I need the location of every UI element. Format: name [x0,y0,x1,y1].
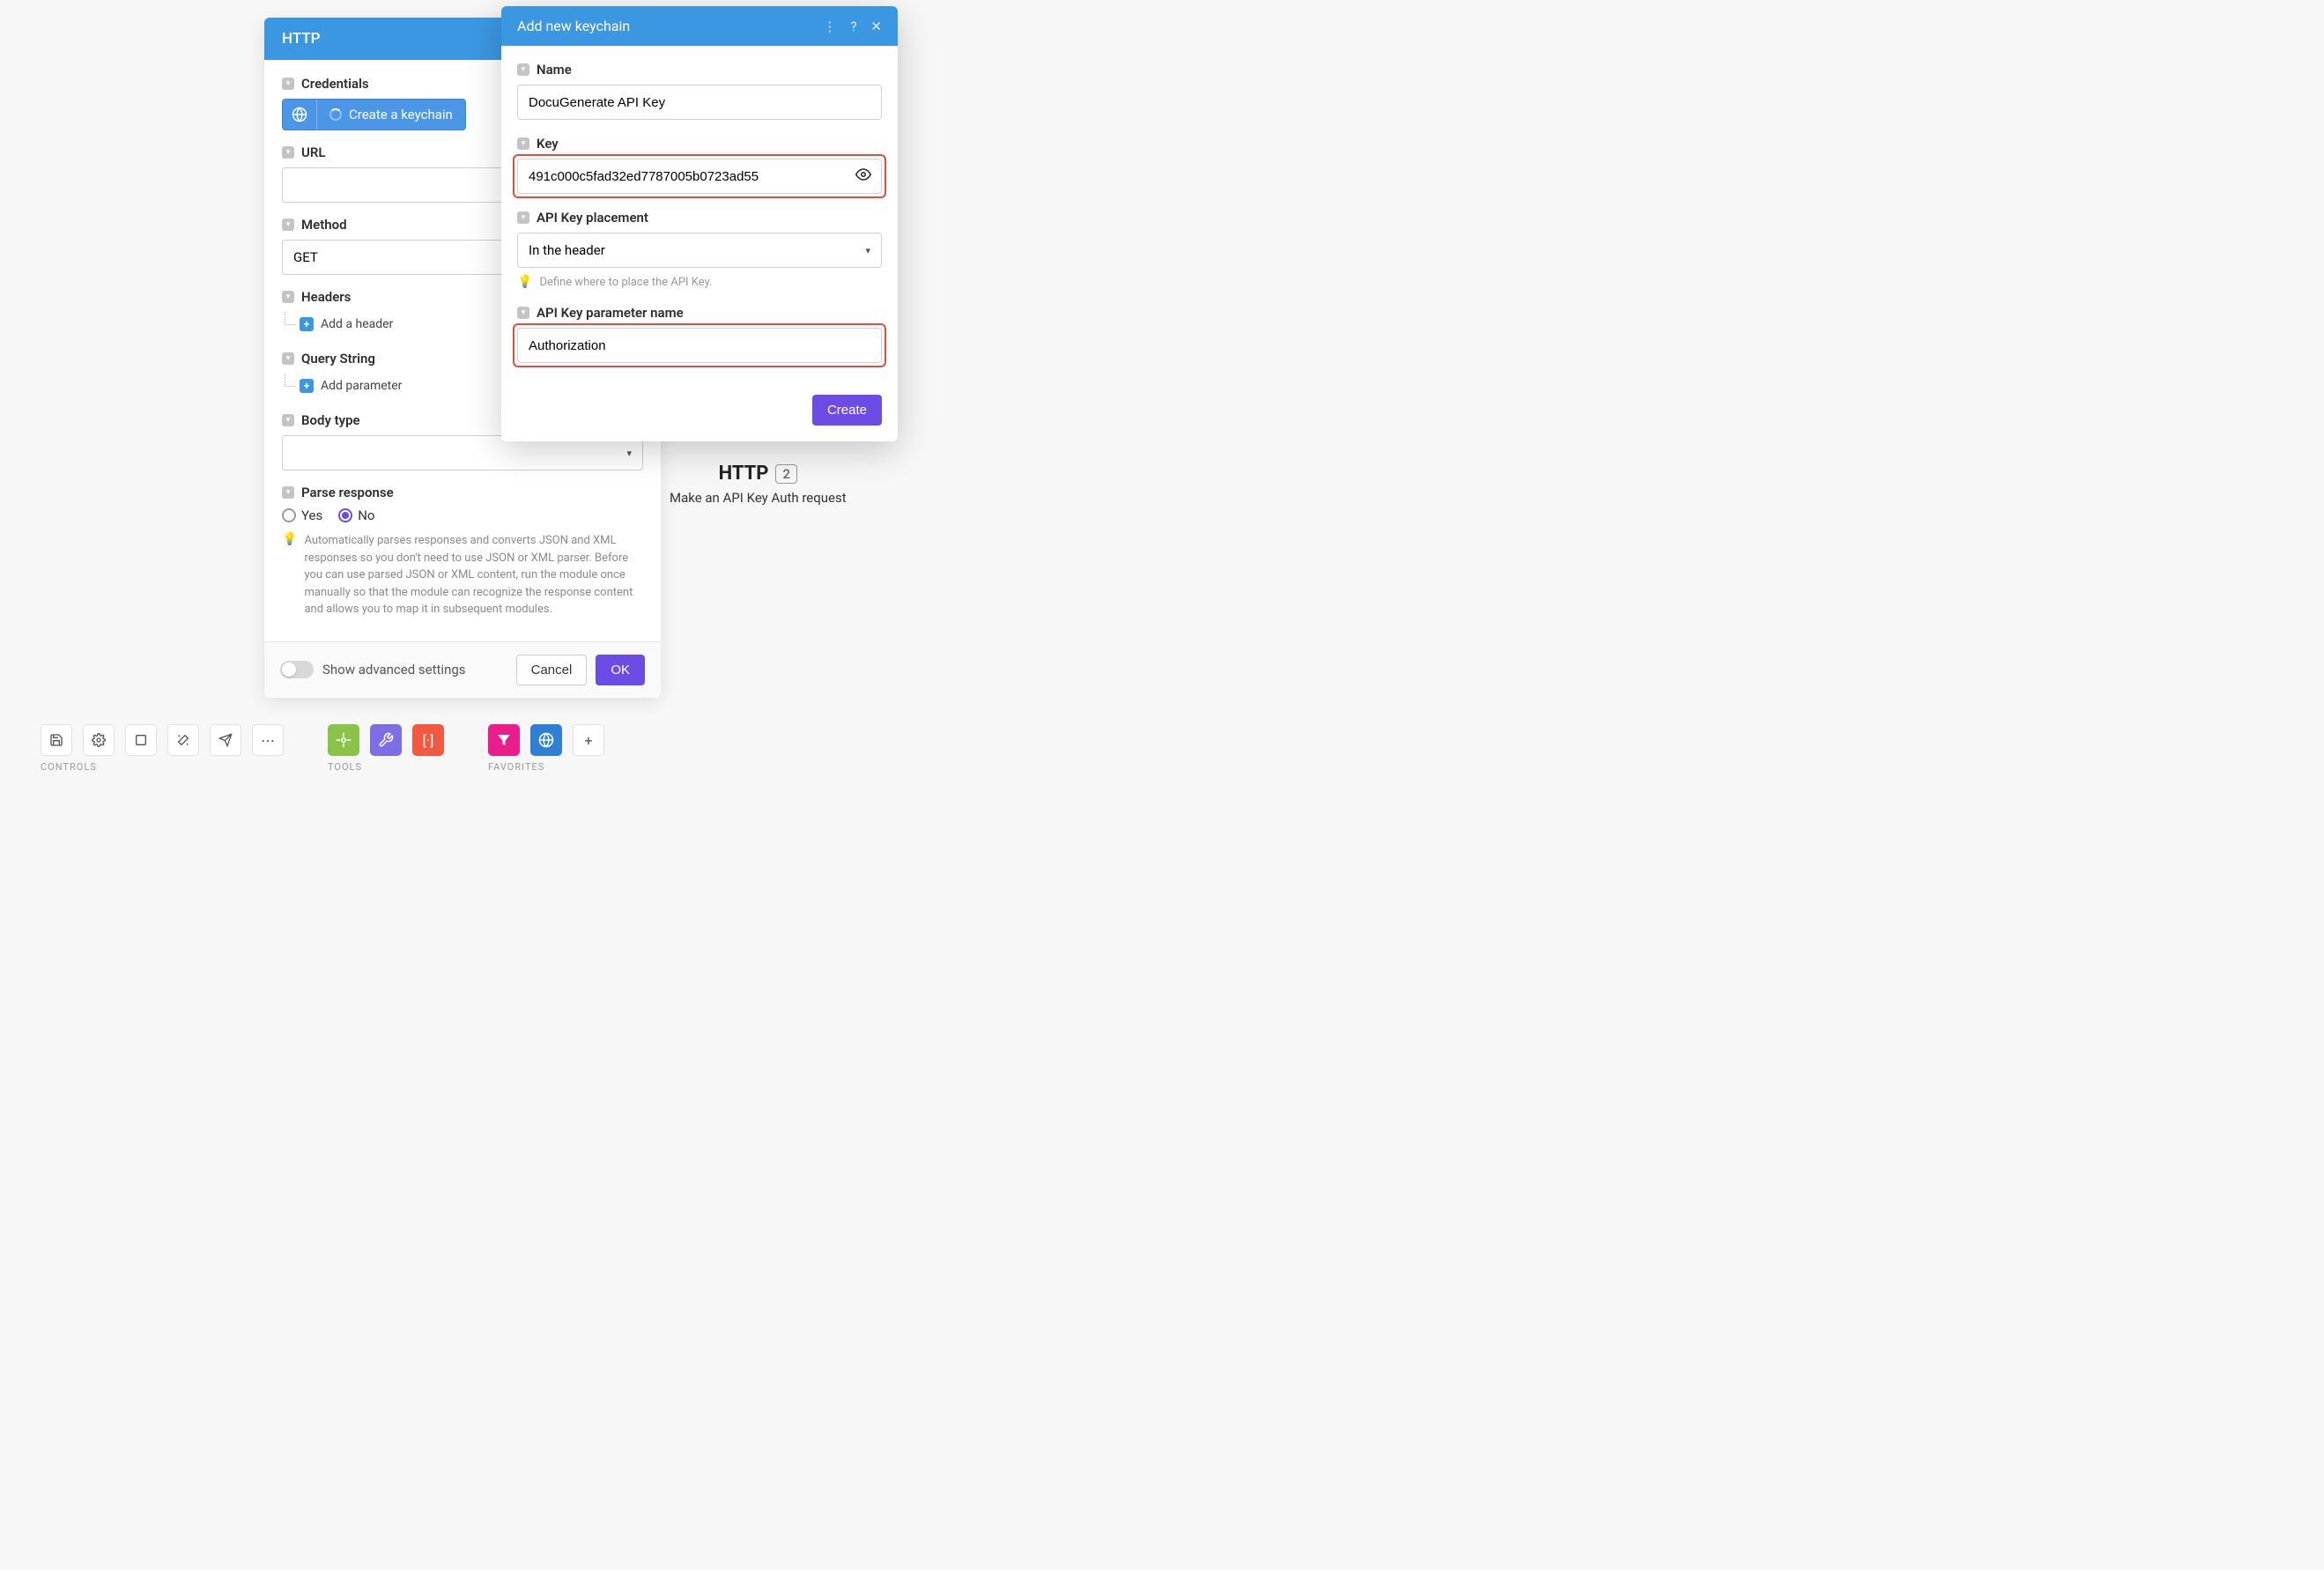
parse-yes-label: Yes [301,507,322,523]
plane-icon[interactable] [210,724,241,756]
placement-select[interactable]: In the header [517,233,882,268]
parse-yes-radio[interactable]: Yes [282,507,322,523]
chevron-down-icon[interactable] [517,211,529,224]
placement-value: In the header [529,242,605,258]
chevron-down-icon[interactable] [517,63,529,76]
chevron-down-icon[interactable] [282,486,294,499]
ok-button[interactable]: OK [596,655,645,685]
node-badge: 2 [775,464,797,484]
method-label: Method [301,217,347,233]
chevron-down-icon[interactable] [517,137,529,150]
keychain-name-input[interactable] [517,85,882,120]
more-icon[interactable]: ⋯ [252,724,284,756]
panel-footer: Show advanced settings Cancel OK [264,641,661,698]
modal-header: Add new keychain ⋮ ? ✕ [501,6,898,46]
create-keychain-button[interactable]: Create a keychain [282,99,466,130]
chevron-down-icon[interactable] [282,78,294,90]
keychain-name-label: Name [537,62,572,78]
paramname-label: API Key parameter name [537,305,684,321]
keychain-key-label: Key [537,136,559,152]
add-keychain-modal: Add new keychain ⋮ ? ✕ Name Key [501,6,898,441]
globe-icon [283,100,317,130]
advanced-label: Show advanced settings [322,662,466,678]
advanced-toggle[interactable] [280,661,314,678]
fav-globe-icon[interactable] [530,724,562,756]
keychain-name-field: Name [517,62,882,120]
plus-icon: + [300,379,314,393]
paramname-input[interactable] [517,328,882,363]
close-icon[interactable]: ✕ [870,19,882,34]
more-icon[interactable]: ⋮ [823,19,836,34]
credentials-label: Credentials [301,76,369,92]
parse-no-label: No [358,507,374,523]
help-icon[interactable]: ? [850,19,856,34]
controls-label: CONTROLS [41,761,284,773]
magic-icon[interactable] [167,724,199,756]
node-subtitle: Make an API Key Auth request [670,490,847,506]
parse-response-field: Parse response Yes No 💡 Automatically pa… [282,485,643,618]
radio-icon [282,508,296,522]
add-parameter-label: Add parameter [321,379,402,393]
modal-footer: Create [501,386,898,441]
placement-label: API Key placement [537,210,648,226]
controls-group: ⋯ CONTROLS [41,724,284,773]
parse-no-radio[interactable]: No [338,507,374,523]
url-label: URL [301,144,326,160]
add-header-label: Add a header [321,317,393,331]
note-icon[interactable] [125,724,157,756]
node-title: HTTP [719,463,769,485]
bodytype-label: Body type [301,412,360,428]
tool-brackets-icon[interactable]: [·] [412,724,444,756]
headers-label: Headers [301,289,351,305]
create-button[interactable]: Create [812,395,882,426]
spinner-icon [329,108,342,121]
chevron-down-icon[interactable] [282,146,294,159]
save-icon[interactable] [41,724,72,756]
bottom-toolbar: ⋯ CONTROLS [·] TOOLS + FAVORITES [41,724,1121,773]
parse-response-label: Parse response [301,485,394,500]
parse-hint: Automatically parses responses and conve… [304,532,643,618]
modal-title: Add new keychain [517,18,630,34]
modal-body: Name Key API Key placement [501,46,898,386]
tools-label: TOOLS [328,761,444,773]
method-value: GET [293,249,318,265]
bulb-icon: 💡 [517,275,532,289]
plus-icon: + [300,317,314,331]
tool-gear-icon[interactable] [328,724,359,756]
keychain-paramname-field: API Key parameter name [517,305,882,367]
fav-plus-icon[interactable]: + [573,724,604,756]
chevron-down-icon[interactable] [282,352,294,365]
eye-icon[interactable] [855,167,871,186]
chevron-down-icon[interactable] [282,414,294,426]
create-keychain-label: Create a keychain [349,107,453,122]
favorites-group: + FAVORITES [488,724,604,773]
canvas-http-node[interactable]: HTTP 2 Make an API Key Auth request [670,463,847,506]
chevron-down-icon[interactable] [282,291,294,303]
keychain-key-field: Key [517,136,882,198]
tool-wrench-icon[interactable] [370,724,402,756]
keychain-placement-field: API Key placement In the header 💡 Define… [517,210,882,289]
querystring-label: Query String [301,351,375,367]
favorites-label: FAVORITES [488,761,604,773]
placement-hint: Define where to place the API Key. [539,276,712,289]
chevron-down-icon[interactable] [517,307,529,319]
keychain-key-input[interactable] [517,159,882,194]
radio-icon [338,508,352,522]
cancel-button[interactable]: Cancel [516,655,588,685]
bulb-icon: 💡 [282,532,297,618]
tools-group: [·] TOOLS [328,724,444,773]
chevron-down-icon[interactable] [282,218,294,231]
gear-icon[interactable] [83,724,115,756]
fav-filter-icon[interactable] [488,724,520,756]
